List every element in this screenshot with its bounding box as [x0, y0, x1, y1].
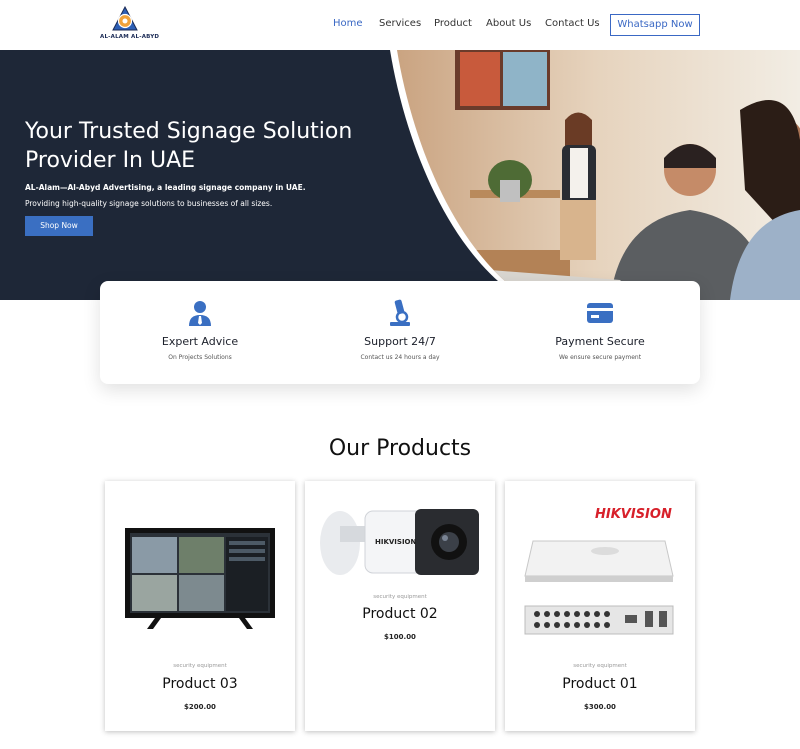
- product-price: $300.00: [584, 703, 616, 711]
- product-category: security equipment: [173, 663, 227, 669]
- logo-text: AL-ALAM AL-ABYD: [100, 34, 160, 40]
- feature-desc: We ensure secure payment: [558, 354, 642, 361]
- product-card[interactable]: HIKVISION security equipment Product 01 …: [505, 481, 695, 731]
- feature-title: Payment Secure: [555, 335, 645, 348]
- feature-desc: On Projects Solutions: [168, 354, 232, 361]
- nav-contact-us[interactable]: Contact Us: [545, 18, 600, 32]
- credit-card-icon: [587, 303, 613, 323]
- product-category: security equipment: [373, 594, 427, 600]
- hero-title: Your Trusted Signage Solution Provider I…: [25, 119, 353, 173]
- cctv-monitor-image: [125, 528, 275, 629]
- feature-payment: Payment Secure We ensure secure payment: [500, 281, 700, 384]
- hero-photo: [390, 50, 800, 300]
- product-name[interactable]: Product 02: [305, 606, 495, 622]
- hero-subtitle-bold: AL-Alam—Al-Abyd Advertising, a leading s…: [25, 183, 306, 192]
- feature-desc: Contact us 24 hours a day: [360, 354, 440, 361]
- products-heading: Our Products: [328, 436, 472, 461]
- nav-product[interactable]: Product: [434, 18, 472, 32]
- feature-expert-advice: Expert Advice On Projects Solutions: [100, 281, 300, 384]
- brand-label: HIKVISION: [375, 538, 417, 546]
- nav-about-us[interactable]: About Us: [486, 18, 531, 32]
- brand-logo: HIKVISION: [595, 507, 672, 522]
- product-card[interactable]: HIKVISION security equipment Product 02 …: [305, 481, 495, 731]
- microscope-icon: [390, 299, 410, 326]
- product-price: $100.00: [384, 633, 416, 641]
- product-card[interactable]: security equipment Product 03 $200.00: [105, 481, 295, 731]
- feature-title: Expert Advice: [161, 335, 239, 348]
- product-name[interactable]: Product 01: [505, 676, 695, 692]
- nav-home[interactable]: Home: [333, 18, 363, 32]
- user-tie-icon: [189, 301, 211, 326]
- feature-support: Support 24/7 Contact us 24 hours a day: [300, 281, 500, 384]
- logo[interactable]: AL-ALAM AL-ABYD: [100, 6, 160, 44]
- nav-services[interactable]: Services: [379, 18, 421, 32]
- dvr-recorder-image: HIKVISION: [524, 507, 674, 635]
- product-price: $200.00: [184, 703, 216, 711]
- features-card: Expert Advice On Projects Solutions Supp…: [100, 281, 700, 384]
- product-category: security equipment: [573, 663, 627, 669]
- whatsapp-now-button[interactable]: Whatsapp Now: [610, 14, 700, 36]
- logo-emblem-icon: [112, 6, 138, 31]
- product-name[interactable]: Product 03: [105, 676, 295, 692]
- bullet-camera-image: HIKVISION: [320, 509, 479, 575]
- feature-title: Support 24/7: [364, 335, 436, 348]
- site-header: AL-ALAM AL-ABYD Home Services Product Ab…: [0, 0, 800, 50]
- hero-section: Your Trusted Signage Solution Provider I…: [0, 50, 800, 300]
- shop-now-button[interactable]: Shop Now: [25, 216, 93, 236]
- hero-subtitle: Providing high-quality signage solutions…: [25, 199, 273, 208]
